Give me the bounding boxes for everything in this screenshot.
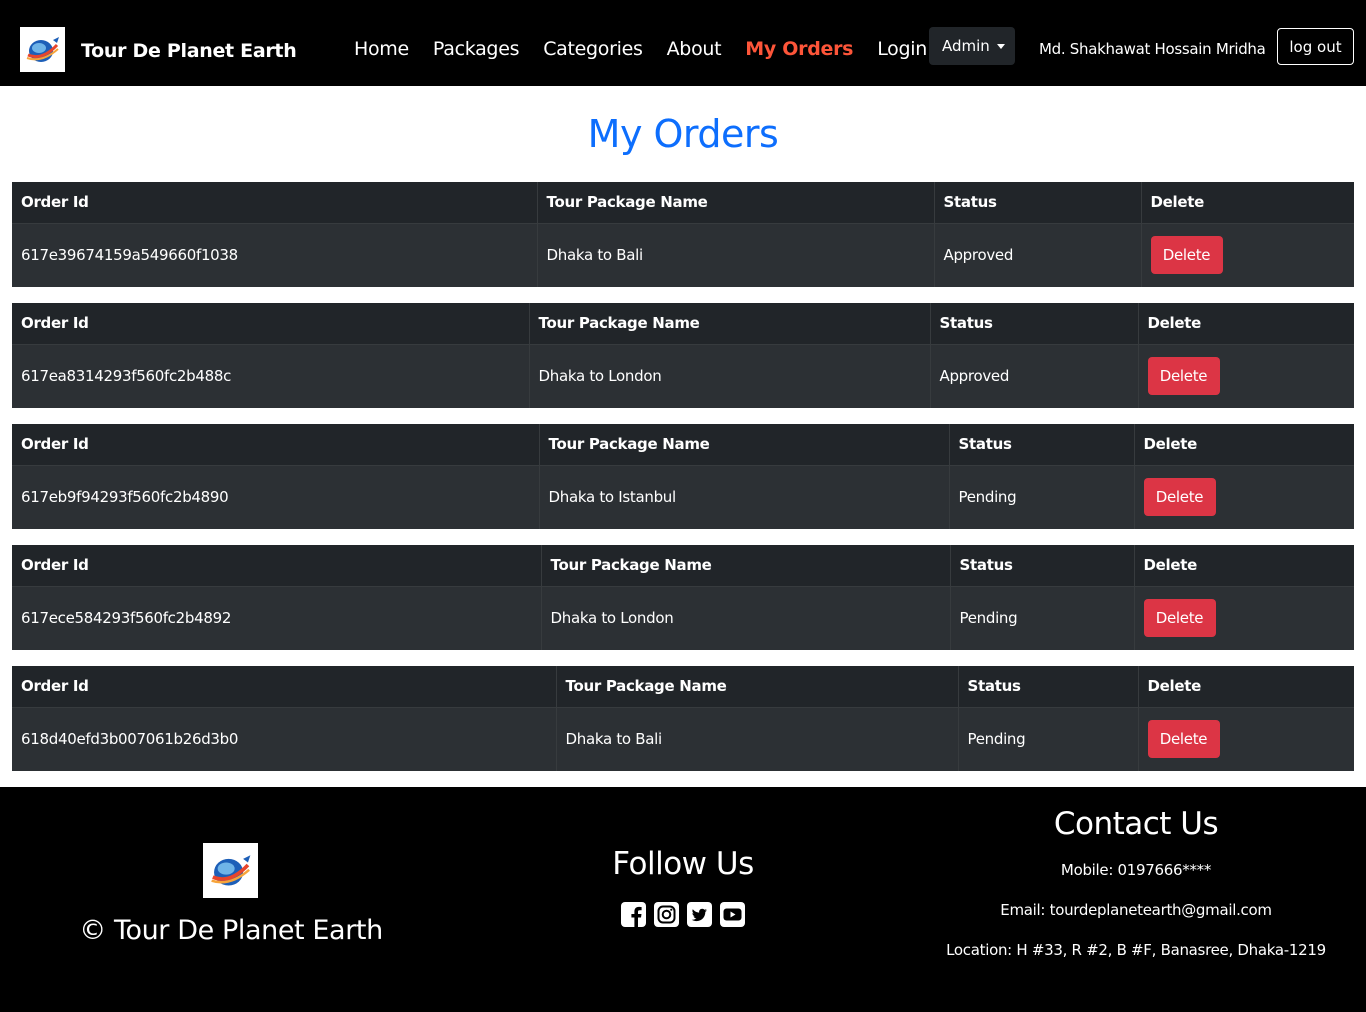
header-package-name: Tour Package Name [539,424,950,466]
package-name-cell: Dhaka to Bali [556,707,959,771]
header-delete: Delete [1138,303,1354,345]
header-status: Status [949,424,1135,466]
status-cell: Approved [934,223,1142,287]
order-table: Order Id Tour Package Name Status Delete… [12,182,1354,287]
order-id-cell: 617eb9f94293f560fc2b4890 [12,465,540,529]
table-row: 617eb9f94293f560fc2b4890 Dhaka to Istanb… [12,465,1354,529]
order-id-cell: 618d40efd3b007061b26d3b0 [12,707,557,771]
order-id-cell: 617ea8314293f560fc2b488c [12,344,530,408]
twitter-icon[interactable] [687,902,712,927]
instagram-icon[interactable] [654,902,679,927]
nav-login[interactable]: Login [877,38,927,60]
location-value: H #33, R #2, B #F, Banasree, Dhaka-1219 [1016,941,1326,959]
table-row: 617ece584293f560fc2b4892 Dhaka to London… [12,586,1354,650]
globe-logo-icon [26,36,59,62]
order-table: Order Id Tour Package Name Status Delete… [12,545,1354,650]
status-cell: Pending [958,707,1139,771]
header-delete: Delete [1141,182,1354,224]
package-name-cell: Dhaka to London [541,586,951,650]
header-order-id: Order Id [12,666,557,708]
delete-cell: Delete [1141,223,1354,287]
header-status: Status [930,303,1139,345]
social-links [621,902,745,927]
header-order-id: Order Id [12,182,538,224]
header-package-name: Tour Package Name [537,182,935,224]
header-package-name: Tour Package Name [529,303,931,345]
nav-packages[interactable]: Packages [433,38,520,60]
status-cell: Pending [949,465,1135,529]
header-order-id: Order Id [12,303,530,345]
header-order-id: Order Id [12,424,540,466]
delete-button[interactable]: Delete [1147,357,1220,396]
page-title: My Orders [587,112,779,156]
status-cell: Approved [930,344,1139,408]
delete-button[interactable]: Delete [1147,720,1220,759]
package-name-cell: Dhaka to Istanbul [539,465,950,529]
caret-down-icon [996,43,1005,49]
table-row: 617ea8314293f560fc2b488c Dhaka to London… [12,344,1354,408]
order-id-cell: 617e39674159a549660f1038 [12,223,538,287]
logout-button[interactable]: log out [1277,28,1354,65]
header-package-name: Tour Package Name [541,545,951,587]
header-delete: Delete [1138,666,1354,708]
footer: © Tour De Planet Earth Follow Us Contact… [0,787,1366,1012]
contact-email: Email: tourdeplanetearth@gmail.com [905,901,1366,919]
header-delete: Delete [1134,545,1354,587]
package-name-cell: Dhaka to Bali [537,223,935,287]
delete-cell: Delete [1138,707,1354,771]
admin-dropdown[interactable]: Admin [929,27,1015,65]
brand-logo[interactable] [20,27,65,72]
status-cell: Pending [950,586,1135,650]
delete-button[interactable]: Delete [1143,478,1216,517]
order-table: Order Id Tour Package Name Status Delete… [12,666,1354,771]
delete-cell: Delete [1138,344,1354,408]
contact-us-title: Contact Us [1053,806,1219,842]
delete-cell: Delete [1134,465,1354,529]
footer-copyright: © Tour De Planet Earth [79,915,383,946]
user-name: Md. Shakhawat Hossain Mridha [1039,40,1266,58]
table-row: 618d40efd3b007061b26d3b0 Dhaka to Bali P… [12,707,1354,771]
header-status: Status [934,182,1142,224]
order-table: Order Id Tour Package Name Status Delete… [12,424,1354,529]
email-label: Email: [1000,901,1046,919]
table-row: 617e39674159a549660f1038 Dhaka to Bali A… [12,223,1354,287]
navbar: Tour De Planet Earth Home Packages Categ… [0,0,1366,86]
nav-home[interactable]: Home [354,38,409,60]
nav-my-orders[interactable]: My Orders [745,38,853,60]
facebook-icon[interactable] [621,902,646,927]
package-name-cell: Dhaka to London [529,344,931,408]
header-order-id: Order Id [12,545,542,587]
delete-button[interactable]: Delete [1150,236,1223,275]
main-nav: Home Packages Categories About My Orders… [354,38,951,60]
contact-location: Location: H #33, R #2, B #F, Banasree, D… [905,941,1366,959]
order-id-cell: 617ece584293f560fc2b4892 [12,586,542,650]
admin-dropdown-label: Admin [942,37,990,55]
order-table: Order Id Tour Package Name Status Delete… [12,303,1354,408]
brand-name[interactable]: Tour De Planet Earth [81,40,297,62]
contact-mobile: Mobile: 0197666**** [1060,861,1212,879]
delete-button[interactable]: Delete [1143,599,1216,638]
header-package-name: Tour Package Name [556,666,959,708]
nav-categories[interactable]: Categories [543,38,643,60]
nav-about[interactable]: About [667,38,722,60]
location-label: Location: [946,941,1012,959]
header-delete: Delete [1134,424,1354,466]
header-status: Status [950,545,1135,587]
email-link[interactable]: tourdeplanetearth@gmail.com [1050,901,1272,919]
delete-cell: Delete [1134,586,1354,650]
header-status: Status [958,666,1139,708]
youtube-icon[interactable] [720,902,745,927]
